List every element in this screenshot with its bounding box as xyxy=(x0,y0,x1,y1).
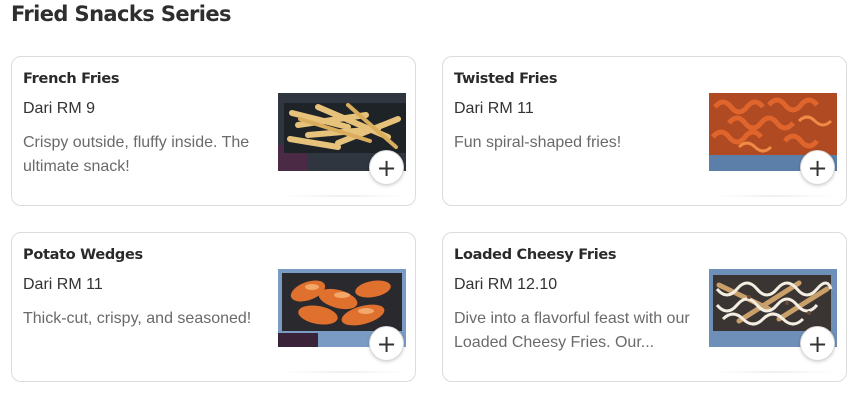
divider xyxy=(282,371,406,373)
menu-item-card[interactable]: Twisted Fries Dari RM 11 Fun spiral-shap… xyxy=(442,56,847,206)
item-name: Loaded Cheesy Fries xyxy=(454,247,617,263)
item-name: Twisted Fries xyxy=(454,71,558,87)
plus-icon: + xyxy=(807,329,828,358)
menu-item-card[interactable]: French Fries Dari RM 9 Crispy outside, f… xyxy=(11,56,416,206)
divider xyxy=(282,195,406,197)
plus-icon: + xyxy=(376,153,397,182)
item-price: Dari RM 9 xyxy=(23,100,96,117)
add-to-cart-button[interactable]: + xyxy=(800,326,835,361)
item-description: Thick-cut, crispy, and seasoned! xyxy=(23,310,252,327)
item-price: Dari RM 11 xyxy=(454,100,534,117)
item-name: French Fries xyxy=(23,71,120,87)
item-description: Dive into a flavorful feast with our Loa… xyxy=(454,310,690,351)
item-price: Dari RM 11 xyxy=(23,276,103,293)
plus-icon: + xyxy=(376,329,397,358)
add-to-cart-button[interactable]: + xyxy=(369,326,404,361)
add-to-cart-button[interactable]: + xyxy=(369,150,404,185)
plus-icon: + xyxy=(807,153,828,182)
item-description: Fun spiral-shaped fries! xyxy=(454,134,622,151)
menu-item-card[interactable]: Potato Wedges Dari RM 11 Thick-cut, cris… xyxy=(11,232,416,382)
menu-item-card[interactable]: Loaded Cheesy Fries Dari RM 12.10 Dive i… xyxy=(442,232,847,382)
add-to-cart-button[interactable]: + xyxy=(800,150,835,185)
section-title: Fried Snacks Series xyxy=(11,2,231,26)
item-name: Potato Wedges xyxy=(23,247,143,263)
item-description: Crispy outside, fluffy inside. The ultim… xyxy=(23,134,250,175)
divider xyxy=(713,195,837,197)
divider xyxy=(713,371,837,373)
item-price: Dari RM 12.10 xyxy=(454,276,558,293)
